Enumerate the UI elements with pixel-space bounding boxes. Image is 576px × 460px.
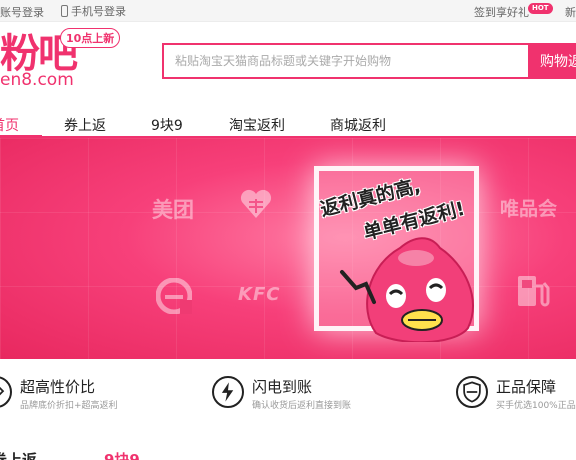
vip-logo: 唯品会 [500,198,558,220]
eleme-icon [156,278,192,314]
search-button[interactable]: 购物返 [528,43,576,79]
feature-title: 闪电到账 [252,378,313,396]
meituan-logo: 美团 [152,198,194,222]
feature-title: 正品保障 [496,378,557,396]
phone-icon [61,5,68,17]
shield-icon [456,376,488,408]
price-tag-icon [0,376,12,408]
logo-domain: en8.com [0,70,74,90]
search-box [162,43,528,79]
peach-mascot-illustration [340,237,474,342]
lightning-icon [212,376,244,408]
account-login-link[interactable]: 账号登录 [0,4,44,20]
logo-new-badge: 10点上新 [60,28,121,48]
top-bar: 账号登录 手机号登录 签到享好礼 HOT 新 [0,0,576,22]
section-title-coupon[interactable]: 券上返 [0,449,37,460]
signin-reward-link[interactable]: 签到享好礼 [474,4,529,20]
nav-item-home[interactable]: 首页 [0,115,19,135]
nav-item-nine-nine[interactable]: 9块9 [151,115,183,135]
kfc-logo: KFC [238,284,281,305]
hot-badge: HOT [528,3,553,14]
new-link[interactable]: 新 [565,4,576,20]
search-input[interactable] [164,45,528,77]
feature-desc: 确认收货后返利直接到账 [252,401,352,411]
feature-desc: 品牌底价折扣+超高返利 [20,401,118,411]
nav-item-coupon-rebate[interactable]: 券上返 [64,115,106,135]
phone-login-link[interactable]: 手机号登录 [61,3,126,19]
feature-desc: 买手优选100%正品 [496,401,576,411]
feature-title: 超高性价比 [20,378,96,396]
pinduoduo-icon [240,189,272,218]
main-nav: 首页 券上返 9块9 淘宝返利 商城返利 [0,110,576,138]
nav-item-mall-rebate[interactable]: 商城返利 [330,115,386,135]
nav-item-taobao-rebate[interactable]: 淘宝返利 [229,115,285,135]
phone-login-label: 手机号登录 [71,5,126,18]
section-title-nine[interactable]: 9块9 [104,449,140,460]
gas-station-icon [518,276,550,307]
promo-banner[interactable]: 美团 KFC 唯品会 返利真的高, 单单有返利! [0,138,576,359]
